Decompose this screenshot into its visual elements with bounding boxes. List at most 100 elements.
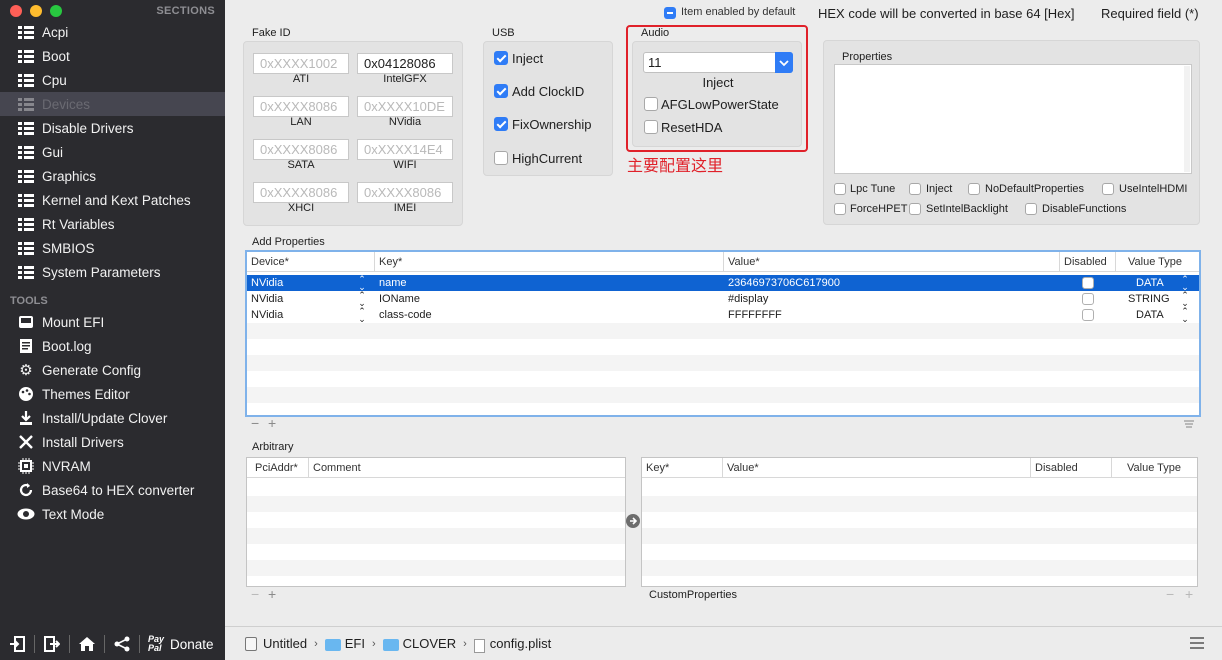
properties-textarea[interactable] [834, 64, 1192, 174]
table-row[interactable]: NVidia ⌃ ⌄ class-code FFFFFFFF DATA ⌃ ⌄ [247, 307, 1199, 324]
palette-icon [17, 386, 35, 402]
sidebar-item-rt-variables[interactable]: Rt Variables [0, 212, 225, 236]
tool-label: Themes Editor [42, 386, 130, 402]
col-pciaddr[interactable]: PciAddr* [247, 458, 309, 478]
col-value-type[interactable]: Value Type [1116, 252, 1199, 272]
usb-inject-checkbox[interactable] [494, 51, 508, 65]
tool-nvram[interactable]: NVRAM [0, 454, 225, 478]
sidebar-item-graphics[interactable]: Graphics [0, 164, 225, 188]
col-device[interactable]: Device* [247, 252, 375, 272]
add-row-button[interactable]: + [268, 415, 276, 431]
stepper-icon[interactable]: ⌃ ⌄ [358, 291, 366, 308]
stepper-icon[interactable]: ⌃ ⌄ [358, 307, 366, 324]
sidebar-item-smbios[interactable]: SMBIOS [0, 236, 225, 260]
add-properties-table[interactable]: Device* Key* Value* Disabled Value Type … [245, 250, 1201, 417]
usb-add-clockid-checkbox[interactable] [494, 84, 508, 98]
arbitrary-right-table[interactable]: Key* Value* Disabled Value Type [641, 457, 1198, 587]
donate-button[interactable]: Pay Pal Donate [148, 635, 214, 653]
usb-highcurrent-checkbox[interactable] [494, 151, 508, 165]
col-disabled[interactable]: Disabled [1031, 458, 1112, 478]
tool-install-update-clover[interactable]: Install/Update Clover [0, 406, 225, 430]
tool-themes-editor[interactable]: Themes Editor [0, 382, 225, 406]
tool-boot-log[interactable]: Boot.log [0, 334, 225, 358]
col-disabled[interactable]: Disabled [1060, 252, 1116, 272]
export-icon[interactable] [39, 631, 65, 657]
path-bar: Untitled › EFI › CLOVER › config.plist [225, 626, 1222, 660]
cell-disabled-checkbox[interactable] [1082, 309, 1094, 321]
path-segment-untitled[interactable]: Untitled [263, 636, 307, 651]
minimize-window-button[interactable] [30, 5, 42, 17]
fake-id-nvidia-field[interactable]: 0xXXXX10DE [357, 96, 453, 117]
stepper-icon[interactable]: ⌃ ⌄ [358, 275, 366, 292]
sidebar-item-system-parameters[interactable]: System Parameters [0, 260, 225, 284]
col-key[interactable]: Key* [642, 458, 723, 478]
prop-disablefunctions-checkbox[interactable] [1025, 203, 1037, 215]
paypal-icon: Pay Pal [148, 634, 165, 653]
fake-id-ati-field[interactable]: 0xXXXX1002 [253, 53, 349, 74]
sidebar-item-disable-drivers[interactable]: Disable Drivers [0, 116, 225, 140]
audio-resethda-checkbox[interactable] [644, 120, 658, 134]
sidebar-item-kernel-kext-patches[interactable]: Kernel and Kext Patches [0, 188, 225, 212]
chevron-down-icon[interactable] [775, 52, 793, 73]
properties-scrollbar[interactable] [1184, 66, 1190, 172]
fake-id-wifi-field[interactable]: 0xXXXX14E4 [357, 139, 453, 160]
fake-id-xhci-field[interactable]: 0xXXXX8086 [253, 182, 349, 203]
fake-id-intelgfx-field[interactable]: 0x04128086 [357, 53, 453, 74]
sidebar-item-gui[interactable]: Gui [0, 140, 225, 164]
import-icon[interactable] [4, 631, 30, 657]
share-icon[interactable] [109, 631, 135, 657]
fake-id-imei-field[interactable]: 0xXXXX8086 [357, 182, 453, 203]
sidebar-item-cpu[interactable]: Cpu [0, 68, 225, 92]
sidebar-item-label: Graphics [42, 168, 97, 184]
sidebar-item-boot[interactable]: Boot [0, 44, 225, 68]
prop-nodefaultproperties-checkbox[interactable] [968, 183, 980, 195]
sidebar-item-label: Acpi [42, 24, 69, 40]
path-segment-clover[interactable]: CLOVER [403, 636, 456, 651]
col-value-type[interactable]: Value Type [1112, 458, 1197, 478]
stepper-icon[interactable]: ⌃ ⌄ [1181, 307, 1189, 324]
tool-base64-hex-converter[interactable]: Base64 to HEX converter [0, 478, 225, 502]
tool-install-drivers[interactable]: Install Drivers [0, 430, 225, 454]
arbitrary-left-table[interactable]: PciAddr* Comment [246, 457, 626, 587]
col-key[interactable]: Key* [375, 252, 724, 272]
prop-forcehpet-checkbox[interactable] [834, 203, 846, 215]
remove-row-button[interactable]: − [251, 415, 259, 431]
zoom-window-button[interactable] [50, 5, 62, 17]
table-row[interactable]: NVidia ⌃ ⌄ IOName #display STRING ⌃ ⌄ [247, 291, 1199, 308]
prop-useintelhdmi-checkbox[interactable] [1102, 183, 1114, 195]
cell-disabled-checkbox[interactable] [1082, 277, 1094, 289]
col-comment[interactable]: Comment [309, 458, 625, 478]
tool-text-mode[interactable]: Text Mode [0, 502, 225, 526]
usb-fixownership-checkbox[interactable] [494, 117, 508, 131]
path-segment-efi[interactable]: EFI [345, 636, 365, 651]
col-value[interactable]: Value* [724, 252, 1060, 272]
audio-afglowpowerstate-checkbox[interactable] [644, 97, 658, 111]
arbitrary-add-button[interactable]: + [268, 586, 276, 602]
arbitrary-remove-button[interactable]: − [251, 586, 259, 602]
fake-id-sata-field[interactable]: 0xXXXX8086 [253, 139, 349, 160]
sidebar-item-devices[interactable]: Devices [0, 92, 225, 116]
col-value[interactable]: Value* [723, 458, 1031, 478]
prop-lpc-tune-checkbox[interactable] [834, 183, 846, 195]
tool-generate-config[interactable]: ⚙ Generate Config [0, 358, 225, 382]
path-segment-config[interactable]: config.plist [490, 636, 551, 651]
sidebar-item-acpi[interactable]: Acpi [0, 20, 225, 44]
resize-handle-icon[interactable] [1183, 418, 1195, 428]
table-row[interactable]: NVidia ⌃ ⌄ name 23646973706C617900 DATA ⌃… [247, 275, 1199, 292]
stepper-icon[interactable]: ⌃ ⌄ [1181, 275, 1189, 292]
home-icon[interactable] [74, 631, 100, 657]
prop-setintelbacklight-checkbox[interactable] [909, 203, 921, 215]
menu-icon[interactable] [1190, 637, 1204, 652]
sidebar-item-label: Kernel and Kext Patches [42, 192, 191, 208]
arrow-right-icon[interactable] [626, 514, 640, 528]
audio-inject-combobox[interactable]: 11 [643, 52, 793, 73]
custom-remove-button[interactable]: − [1166, 586, 1174, 602]
cell-disabled-checkbox[interactable] [1082, 293, 1094, 305]
close-window-button[interactable] [10, 5, 22, 17]
prop-inject-checkbox[interactable] [909, 183, 921, 195]
tool-mount-efi[interactable]: Mount EFI [0, 310, 225, 334]
stepper-icon[interactable]: ⌃ ⌄ [1181, 291, 1189, 308]
custom-add-button[interactable]: + [1185, 586, 1193, 602]
fake-id-lan-field[interactable]: 0xXXXX8086 [253, 96, 349, 117]
list-icon [17, 48, 35, 64]
